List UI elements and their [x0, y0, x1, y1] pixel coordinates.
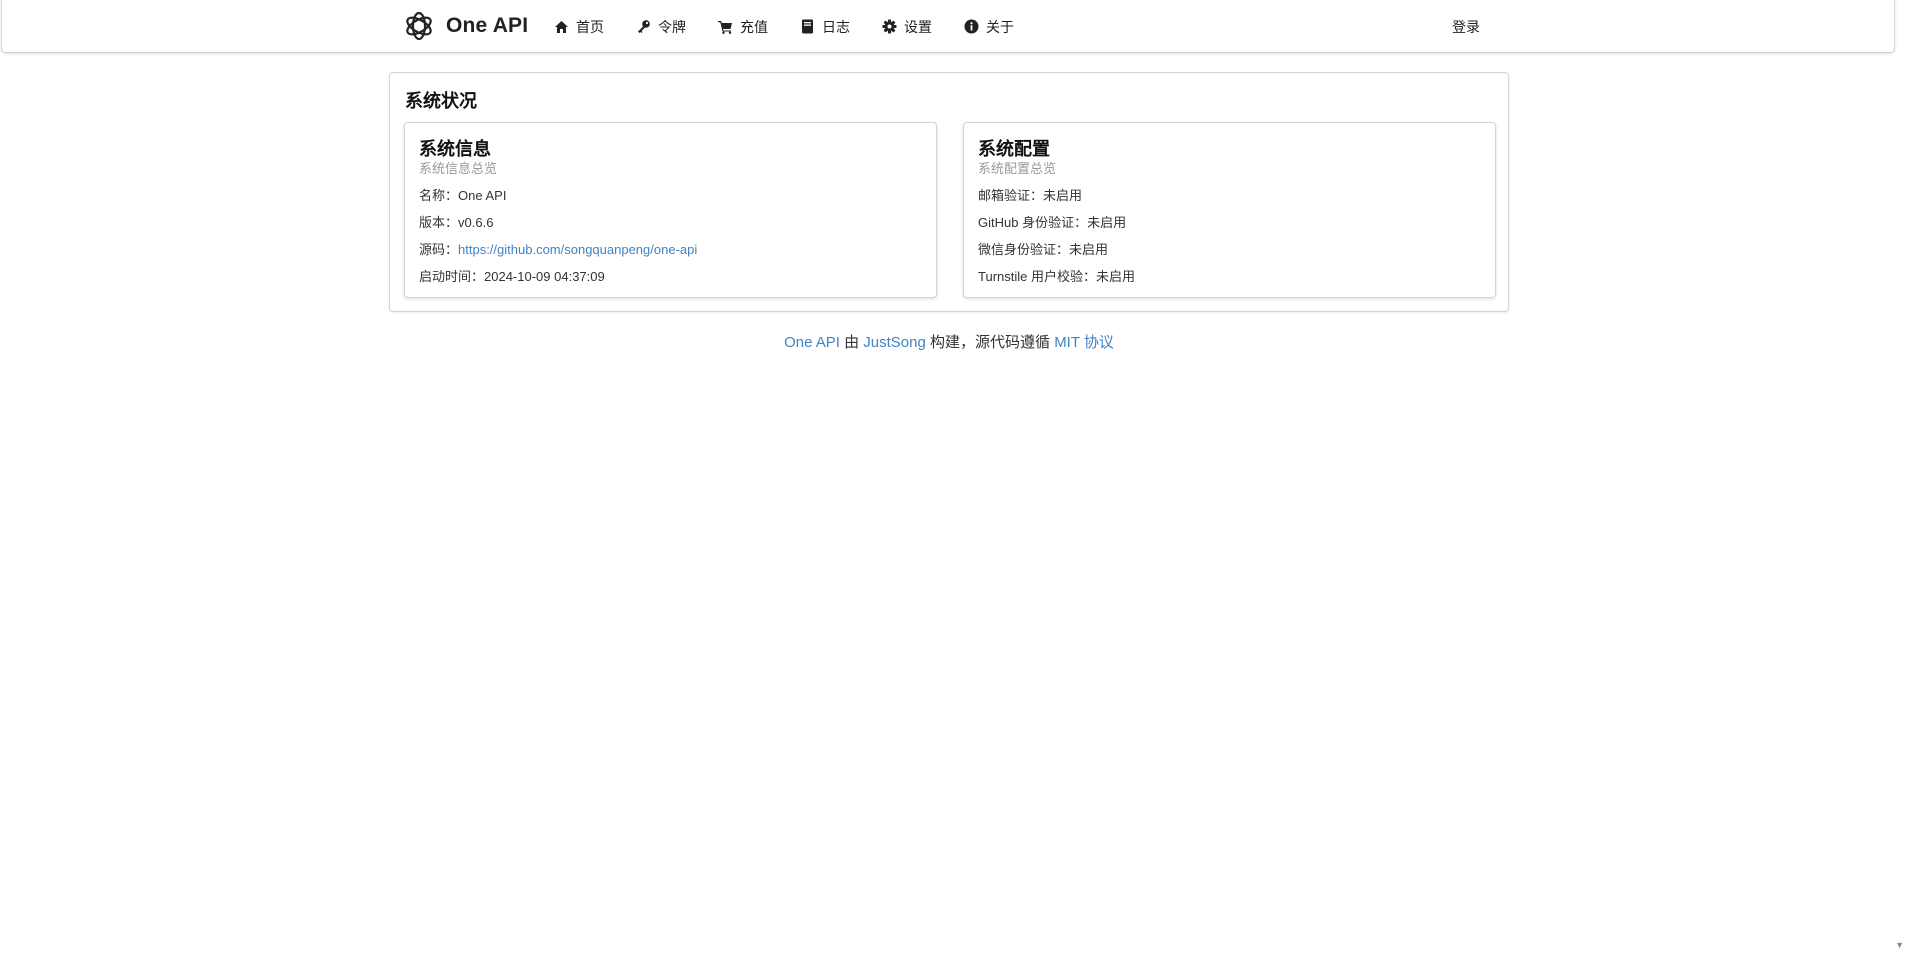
footer: One API 由 JustSong 构建，源代码遵循 MIT 协议: [0, 331, 1898, 352]
config-row-github: GitHub 身份验证：未启用: [978, 212, 1126, 231]
config-row-email: 邮箱验证：未启用: [978, 185, 1082, 204]
config-value: 未启用: [1069, 242, 1109, 257]
nav-label-tokens: 令牌: [658, 18, 686, 35]
nav-item-about[interactable]: 关于: [964, 17, 1014, 37]
source-link[interactable]: https://github.com/songquanpeng/one-api: [458, 242, 697, 257]
footer-author-link[interactable]: JustSong: [863, 334, 926, 351]
scroll-down-arrow-icon[interactable]: ▼: [1895, 940, 1904, 950]
cart-icon: [718, 19, 733, 34]
login-button[interactable]: 登录: [1452, 0, 1480, 53]
config-label: 微信身份验证：: [978, 242, 1070, 257]
system-status-panel: 系统状况 系统信息 系统信息总览 名称：One API 版本：v0.6.6 源码…: [389, 72, 1509, 312]
page-title: 系统状况: [405, 91, 477, 111]
openai-logo-icon: [401, 8, 437, 44]
config-label: Turnstile 用户校验：: [978, 269, 1096, 284]
brand-home-link[interactable]: One API: [401, 8, 528, 44]
system-config-subtitle: 系统配置总览: [978, 161, 1057, 176]
nav-item-settings[interactable]: 设置: [882, 17, 932, 37]
config-row-wechat: 微信身份验证：未启用: [978, 239, 1108, 258]
start-time-label: 启动时间：: [419, 269, 485, 284]
name-value: One API: [458, 188, 507, 203]
footer-built-text: 构建，源代码遵循: [925, 334, 1055, 351]
config-label: 邮箱验证：: [978, 188, 1044, 203]
source-label: 源码：: [419, 242, 459, 257]
info-row-start-time: 启动时间：2024-10-09 04:37:09: [419, 266, 605, 285]
start-time-value: 2024-10-09 04:37:09: [484, 269, 605, 284]
version-value: v0.6.6: [458, 215, 494, 230]
gear-icon: [882, 19, 897, 34]
home-icon: [554, 19, 569, 34]
info-row-name: 名称：One API: [419, 185, 506, 204]
info-row-version: 版本：v0.6.6: [419, 212, 493, 231]
key-icon: [636, 19, 651, 34]
nav-label-home: 首页: [576, 18, 604, 35]
config-value: 未启用: [1095, 269, 1135, 284]
system-info-card: 系统信息 系统信息总览 名称：One API 版本：v0.6.6 源码：http…: [404, 122, 937, 298]
config-value: 未启用: [1043, 188, 1083, 203]
config-row-turnstile: Turnstile 用户校验：未启用: [978, 266, 1135, 285]
version-label: 版本：: [419, 215, 459, 230]
footer-by-text: 由: [839, 334, 864, 351]
nav-item-logs[interactable]: 日志: [800, 17, 850, 37]
main-nav: 首页 令牌 充值 日志 设置 关于: [554, 0, 1046, 53]
nav-label-settings: 设置: [904, 18, 932, 35]
footer-project-link[interactable]: One API: [784, 334, 840, 351]
nav-label-logs: 日志: [822, 18, 850, 35]
brand-name: One API: [446, 14, 529, 37]
info-row-source: 源码：https://github.com/songquanpeng/one-a…: [419, 239, 697, 258]
nav-item-tokens[interactable]: 令牌: [636, 17, 686, 37]
name-label: 名称：: [419, 188, 459, 203]
book-icon: [800, 19, 815, 34]
top-navbar: One API 首页 令牌 充值 日志 设置 关于 登录: [1, 0, 1895, 53]
nav-item-topup[interactable]: 充值: [718, 17, 768, 37]
info-icon: [964, 19, 979, 34]
system-config-card: 系统配置 系统配置总览 邮箱验证：未启用 GitHub 身份验证：未启用 微信身…: [963, 122, 1496, 298]
nav-label-topup: 充值: [740, 18, 768, 35]
config-label: GitHub 身份验证：: [978, 215, 1088, 230]
nav-item-home[interactable]: 首页: [554, 17, 604, 37]
nav-label-about: 关于: [986, 18, 1014, 35]
system-info-subtitle: 系统信息总览: [419, 161, 498, 176]
footer-license-link[interactable]: MIT 协议: [1054, 334, 1114, 351]
config-value: 未启用: [1087, 215, 1127, 230]
